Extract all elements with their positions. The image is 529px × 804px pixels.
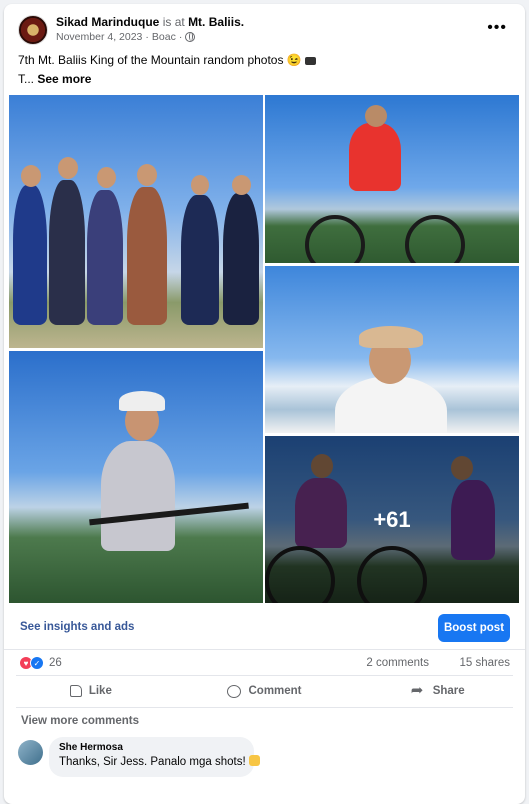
- reaction-summary[interactable]: ♥ ✓ 26: [19, 656, 62, 670]
- flex-emoji: [248, 755, 260, 766]
- location-link[interactable]: Mt. Baliis.: [188, 15, 244, 29]
- boost-post-button[interactable]: Boost post: [438, 614, 510, 642]
- share-label: Share: [432, 685, 465, 697]
- caption-truncated: T...: [18, 72, 35, 86]
- photo-figure: [232, 175, 251, 195]
- photo-two-cyclists[interactable]: +61: [265, 436, 519, 603]
- photo-cyclist-female[interactable]: [9, 351, 263, 603]
- comment-label: Comment: [248, 685, 302, 697]
- photo-bike-wheel: [405, 215, 465, 263]
- commenter-avatar[interactable]: [18, 740, 43, 765]
- photo-figure: [335, 376, 447, 433]
- photo-figure: [87, 190, 123, 325]
- photo-figure: [101, 441, 175, 551]
- photo-figure: [58, 157, 78, 179]
- photo-figure: [13, 185, 47, 325]
- reaction-stats: ♥ ✓ 26 2 comments 15 shares: [4, 652, 525, 674]
- photo-figure: [137, 164, 157, 186]
- like-button[interactable]: Like: [4, 676, 178, 706]
- share-button[interactable]: Share: [351, 676, 525, 706]
- is-at-text: is at: [162, 15, 185, 29]
- photo-hat: [359, 326, 423, 348]
- meta-separator: ·: [145, 31, 149, 43]
- photo-figure: [191, 175, 209, 195]
- page-avatar[interactable]: [18, 15, 48, 45]
- photo-figure: [223, 193, 259, 325]
- photo-cyclist-red[interactable]: [265, 95, 519, 263]
- post-header: Sikad Marinduque is at Mt. Baliis. Novem…: [4, 4, 525, 48]
- see-insights-link[interactable]: See insights and ads: [20, 621, 134, 633]
- globe-icon: [185, 32, 196, 42]
- divider: [16, 707, 513, 708]
- like-icon: [69, 685, 82, 697]
- commenter-name[interactable]: She Hermosa: [59, 742, 244, 753]
- comment-text-line: Thanks, Sir Jess. Panalo mga shots!: [59, 755, 260, 768]
- more-options-icon[interactable]: •••: [487, 20, 507, 36]
- post-action-buttons: Like Comment Share: [4, 676, 525, 706]
- comment-button[interactable]: Comment: [178, 676, 352, 706]
- photo-figure: [349, 123, 401, 191]
- post-place[interactable]: Boac: [152, 31, 176, 43]
- like-reaction-icon: ✓: [30, 656, 44, 670]
- post-author-line: Sikad Marinduque is at Mt. Baliis.: [56, 15, 244, 29]
- photo-figure: [181, 195, 219, 325]
- divider: [4, 649, 525, 650]
- post-meta: November 4, 2023 · Boac ·: [56, 31, 196, 43]
- meta-separator-2: ·: [178, 31, 183, 43]
- photo-helmet: [119, 391, 165, 411]
- post-caption: 7th Mt. Baliis King of the Mountain rand…: [18, 51, 513, 89]
- photo-grid: +61: [9, 95, 519, 603]
- see-more-link[interactable]: See more: [37, 72, 91, 86]
- post-date[interactable]: November 4, 2023: [56, 31, 142, 43]
- photo-bike-wheel: [305, 215, 365, 263]
- view-more-comments-link[interactable]: View more comments: [21, 715, 139, 727]
- comment-bubble: She Hermosa Thanks, Sir Jess. Panalo mga…: [49, 737, 260, 777]
- caption-text: 7th Mt. Baliis King of the Mountain rand…: [18, 53, 302, 67]
- photo-figure: [127, 187, 167, 325]
- like-label: Like: [88, 685, 112, 697]
- comment-text: Thanks, Sir Jess. Panalo mga shots!: [59, 756, 246, 768]
- photo-figure: [365, 105, 387, 127]
- comments-count[interactable]: 2 comments: [366, 657, 429, 669]
- post-card: Sikad Marinduque is at Mt. Baliis. Novem…: [4, 4, 525, 804]
- shares-count[interactable]: 15 shares: [459, 657, 510, 669]
- insights-bar: See insights and ads Boost post: [4, 612, 525, 650]
- share-icon: [411, 681, 426, 699]
- photo-figure: [21, 165, 41, 187]
- photo-group[interactable]: [9, 95, 263, 348]
- camera-emoji: [305, 57, 317, 65]
- author-name[interactable]: Sikad Marinduque: [56, 15, 159, 29]
- comment-icon: [227, 684, 242, 698]
- more-photos-count: +61: [373, 506, 411, 532]
- photo-figure: [97, 167, 116, 188]
- photo-man-hat[interactable]: [265, 266, 519, 433]
- more-photos-overlay[interactable]: +61: [265, 436, 519, 603]
- photo-figure: [49, 180, 85, 325]
- reaction-count: 26: [49, 657, 62, 669]
